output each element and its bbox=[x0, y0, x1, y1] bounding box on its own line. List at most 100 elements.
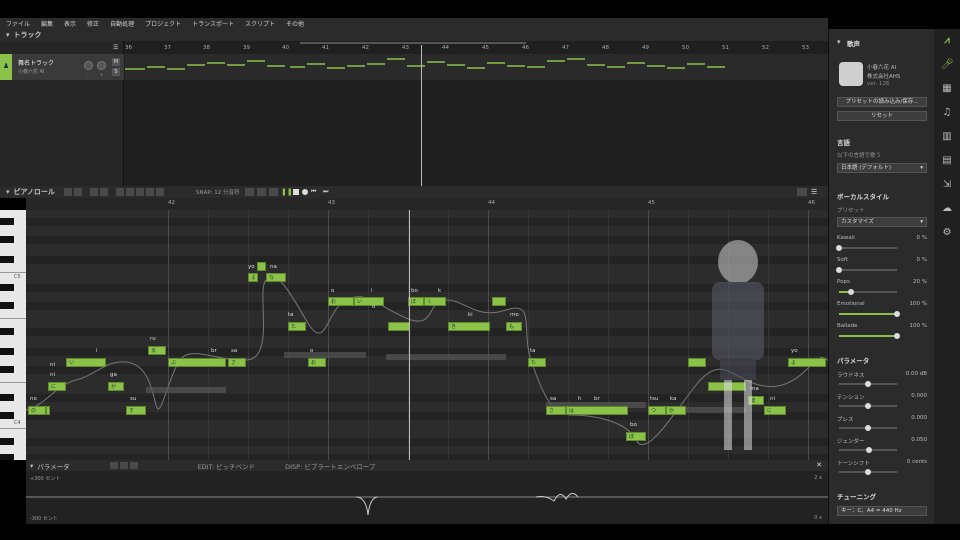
slider-knob[interactable] bbox=[865, 425, 871, 431]
black-key[interactable] bbox=[0, 218, 14, 225]
slider-knob[interactable] bbox=[836, 245, 842, 251]
menu-other[interactable]: その他 bbox=[286, 19, 304, 28]
style-slider-emotional[interactable]: Emotional 100 % bbox=[829, 301, 935, 321]
slider-knob[interactable] bbox=[847, 289, 854, 295]
track-scrollbar[interactable] bbox=[300, 42, 526, 44]
track-playhead[interactable] bbox=[421, 45, 422, 186]
book-icon[interactable]: ▤ bbox=[941, 155, 953, 167]
param-slider-breath[interactable]: ブレス 0.000 bbox=[829, 415, 935, 435]
piano-roll-playhead[interactable] bbox=[409, 210, 410, 460]
note[interactable] bbox=[46, 406, 50, 415]
mute-button[interactable]: M bbox=[112, 58, 120, 66]
param-slider-gender[interactable]: ジェンダー 0.050 bbox=[829, 437, 935, 457]
menu-file[interactable]: ファイル bbox=[6, 19, 30, 28]
slider-track[interactable] bbox=[839, 425, 897, 431]
black-key[interactable] bbox=[0, 236, 14, 243]
piano-keyboard[interactable]: C5 C4 bbox=[0, 210, 26, 460]
note[interactable]: は bbox=[566, 406, 628, 415]
param-slider-tension[interactable]: テンション 0.000 bbox=[829, 393, 935, 413]
preset-select[interactable]: カスタマイズ ▾ bbox=[837, 217, 927, 227]
menu-script[interactable]: スクリプト bbox=[245, 19, 275, 28]
note[interactable] bbox=[257, 262, 266, 271]
black-key[interactable] bbox=[0, 366, 14, 373]
black-key[interactable] bbox=[0, 348, 14, 355]
preset-load-save-button[interactable]: プリセットの読み込み/保存... bbox=[837, 97, 927, 107]
param-slider-loudness[interactable]: ラウドネス 0.00 dB bbox=[829, 371, 935, 391]
slider-knob[interactable] bbox=[865, 469, 871, 475]
vibrato-tool-icon[interactable] bbox=[100, 188, 108, 196]
note[interactable]: る bbox=[148, 346, 166, 355]
slider-track[interactable] bbox=[839, 381, 897, 387]
slider-track[interactable] bbox=[839, 447, 897, 453]
slider-track[interactable] bbox=[839, 289, 897, 295]
display-parameter-select[interactable]: DISP: ビブラートエンベロープ bbox=[285, 461, 375, 471]
collapse-chevron-icon[interactable]: ▾ bbox=[837, 38, 841, 46]
grid-tool-icon[interactable] bbox=[136, 188, 144, 196]
parameter-area[interactable]: +300 セント -300 セント 2 x 0 x bbox=[26, 471, 828, 524]
black-key[interactable] bbox=[0, 412, 14, 419]
track-item[interactable]: ♟ 舞名トラック 小春六花 AI - + M S bbox=[0, 54, 124, 80]
menu-modify[interactable]: 修正 bbox=[87, 19, 99, 28]
param-slider-toneshift[interactable]: トーンシフト 0 cents bbox=[829, 459, 935, 479]
collapse-chevron-icon[interactable]: ▾ bbox=[6, 188, 10, 196]
pen-tool-icon[interactable] bbox=[74, 188, 82, 196]
snap-setting[interactable]: SNAP: 12 分音符 bbox=[196, 188, 240, 196]
menu-icon[interactable]: ☰ bbox=[811, 188, 819, 196]
metronome-icon[interactable] bbox=[257, 188, 266, 196]
black-key[interactable] bbox=[0, 454, 14, 460]
pan-knob[interactable] bbox=[97, 61, 106, 70]
black-key[interactable] bbox=[0, 394, 14, 401]
style-slider-ballade[interactable]: Ballade 100 % bbox=[829, 323, 935, 343]
select-tool-icon[interactable] bbox=[64, 188, 72, 196]
black-key[interactable] bbox=[0, 302, 14, 309]
note[interactable]: お bbox=[328, 297, 354, 306]
language-select[interactable]: 日本語 (デフォルト) ▾ bbox=[837, 163, 927, 173]
note[interactable]: た bbox=[288, 322, 306, 331]
note[interactable]: よ bbox=[248, 273, 258, 282]
note[interactable]: ぼ bbox=[408, 297, 424, 306]
loop-icon[interactable] bbox=[245, 188, 254, 196]
piano-roll-grid[interactable]: yo よ na な o お i い bo ぼ k く ru る ta た o お… bbox=[26, 210, 828, 460]
rewind-icon[interactable]: ⏮ bbox=[311, 188, 320, 196]
record-icon[interactable] bbox=[302, 189, 308, 195]
slider-knob[interactable] bbox=[866, 447, 873, 453]
note[interactable]: な bbox=[266, 273, 286, 282]
film-icon[interactable]: ▦ bbox=[941, 83, 953, 95]
slider-knob[interactable] bbox=[865, 403, 871, 409]
line-tool-icon[interactable] bbox=[126, 188, 134, 196]
note[interactable]: す bbox=[126, 406, 146, 415]
cloud-icon[interactable]: ☁ bbox=[941, 203, 953, 215]
black-key[interactable] bbox=[0, 284, 14, 291]
edit-parameter-select[interactable]: EDIT: ピッチベンド bbox=[198, 461, 256, 471]
note[interactable]: も bbox=[506, 322, 522, 331]
note[interactable]: い bbox=[354, 297, 384, 306]
menu-transport[interactable]: トランスポート bbox=[192, 19, 234, 28]
note[interactable]: い bbox=[66, 358, 106, 367]
track-panel-header[interactable]: ▾ トラック bbox=[0, 29, 828, 41]
stop-icon[interactable] bbox=[293, 189, 299, 195]
collapse-chevron-icon[interactable]: ▾ bbox=[6, 31, 10, 39]
reset-button[interactable]: リセット bbox=[837, 111, 927, 121]
export-icon[interactable]: ⇲ bbox=[941, 179, 953, 191]
menu-view[interactable]: 表示 bbox=[64, 19, 76, 28]
note[interactable]: く bbox=[424, 297, 446, 306]
keyboard-tool-icon[interactable] bbox=[156, 188, 164, 196]
slider-track[interactable] bbox=[839, 403, 897, 409]
note[interactable]: た bbox=[528, 358, 546, 367]
style-slider-pops[interactable]: Pops 20 % bbox=[829, 279, 935, 299]
library-icon[interactable]: ▥ bbox=[941, 131, 953, 143]
forward-icon[interactable]: ⏭ bbox=[323, 188, 332, 196]
note[interactable]: き bbox=[448, 322, 490, 331]
slider-track[interactable] bbox=[839, 311, 900, 317]
link-icon[interactable] bbox=[269, 188, 278, 196]
piano-roll-ruler[interactable]: 42 43 44 45 46 bbox=[26, 198, 828, 210]
slider-knob[interactable] bbox=[894, 311, 900, 317]
volume-knob[interactable] bbox=[84, 61, 93, 70]
style-slider-soft[interactable]: Soft 0 % bbox=[829, 257, 935, 277]
param-select-tool-icon[interactable] bbox=[109, 462, 118, 469]
close-icon[interactable]: ✕ bbox=[816, 461, 822, 469]
music-icon[interactable]: ♫ bbox=[941, 107, 953, 119]
track-lane[interactable] bbox=[125, 54, 828, 80]
slider-knob[interactable] bbox=[894, 333, 900, 339]
mic-icon[interactable]: 🎤︎ bbox=[941, 59, 954, 71]
